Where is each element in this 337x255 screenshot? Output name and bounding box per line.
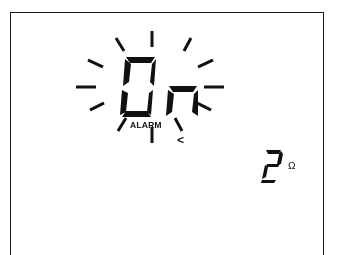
blink-ray-icon	[173, 117, 184, 132]
alarm-label: ALARM	[130, 120, 162, 130]
segment-digit-2	[261, 150, 283, 183]
blink-ray-icon	[182, 37, 193, 52]
blink-ray-icon	[87, 58, 104, 69]
segment-digit-o	[120, 57, 156, 117]
lcd-display: <	[76, 31, 283, 183]
chevron-left-icon: <	[177, 133, 184, 147]
blink-ray-icon	[116, 117, 128, 132]
blink-ray-icon	[114, 37, 126, 52]
segment-digit-n	[166, 86, 198, 116]
ohm-unit-label: Ω	[288, 161, 296, 172]
blink-ray-icon	[89, 101, 105, 112]
blink-ray-icon	[196, 101, 212, 112]
blink-ray-icon	[197, 58, 214, 69]
